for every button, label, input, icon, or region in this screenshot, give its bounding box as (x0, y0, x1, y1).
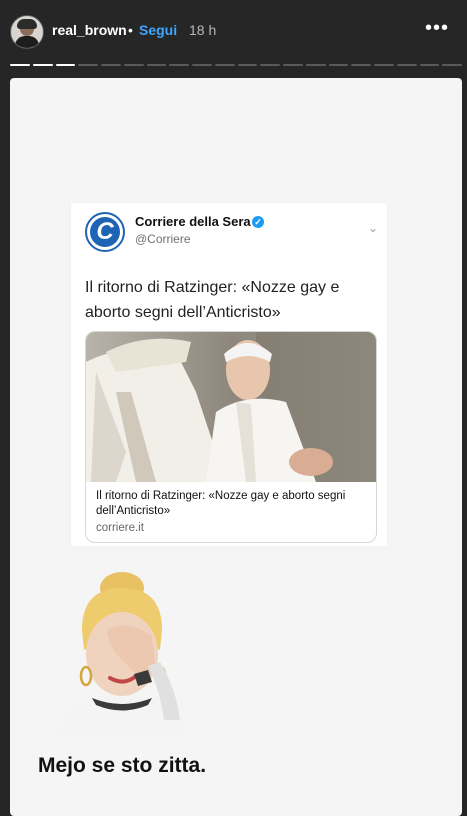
progress-segment (214, 64, 235, 66)
tweet-account-name: Corriere della Sera (135, 214, 251, 229)
username[interactable]: real_brown (52, 22, 127, 38)
progress-segment (374, 64, 394, 66)
progress-segment (146, 64, 167, 66)
post-time: 18 h (189, 22, 217, 38)
progress-segment (78, 64, 98, 66)
logo-letter: C (90, 217, 120, 247)
story-header: real_brown • Segui 18 h ••• (0, 0, 467, 60)
story-progress-bar (10, 64, 462, 66)
tweet-embed: C Corriere della Sera ✓ @Corriere ⌄ Il r… (71, 203, 387, 546)
separator-dot: • (128, 22, 133, 38)
tweet-handle: @Corriere (135, 232, 191, 246)
user-avatar[interactable] (10, 15, 44, 49)
progress-segment (237, 64, 258, 66)
facepalm-memoji-icon (52, 570, 192, 740)
progress-segment (260, 64, 280, 66)
progress-segment (351, 64, 371, 66)
story-caption: Mejo se sto zitta. (38, 754, 207, 777)
progress-segment (55, 64, 76, 66)
progress-segment (32, 64, 53, 66)
follow-button[interactable]: Segui (139, 22, 177, 38)
more-options-icon[interactable]: ••• (425, 17, 449, 40)
story-content[interactable]: C Corriere della Sera ✓ @Corriere ⌄ Il r… (10, 78, 462, 816)
progress-segment (169, 64, 189, 66)
link-preview-card: Il ritorno di Ratzinger: «Nozze gay e ab… (85, 331, 377, 543)
progress-segment (101, 64, 121, 66)
progress-segment (442, 64, 462, 66)
chevron-down-icon: ⌄ (367, 221, 378, 235)
progress-segment (283, 64, 303, 66)
progress-segment (305, 64, 326, 66)
corriere-logo-icon: C (85, 212, 125, 252)
card-url[interactable]: corriere.it (96, 522, 144, 534)
progress-segment (419, 64, 440, 66)
verified-badge-icon: ✓ (252, 216, 264, 228)
card-title: Il ritorno di Ratzinger: «Nozze gay e ab… (96, 490, 346, 517)
article-photo (86, 332, 376, 482)
tweet-text: Il ritorno di Ratzinger: «Nozze gay e ab… (85, 279, 340, 321)
progress-segment (396, 64, 417, 66)
progress-segment (192, 64, 212, 66)
progress-segment (123, 64, 144, 66)
progress-segment (328, 64, 349, 66)
progress-segment (10, 64, 30, 66)
